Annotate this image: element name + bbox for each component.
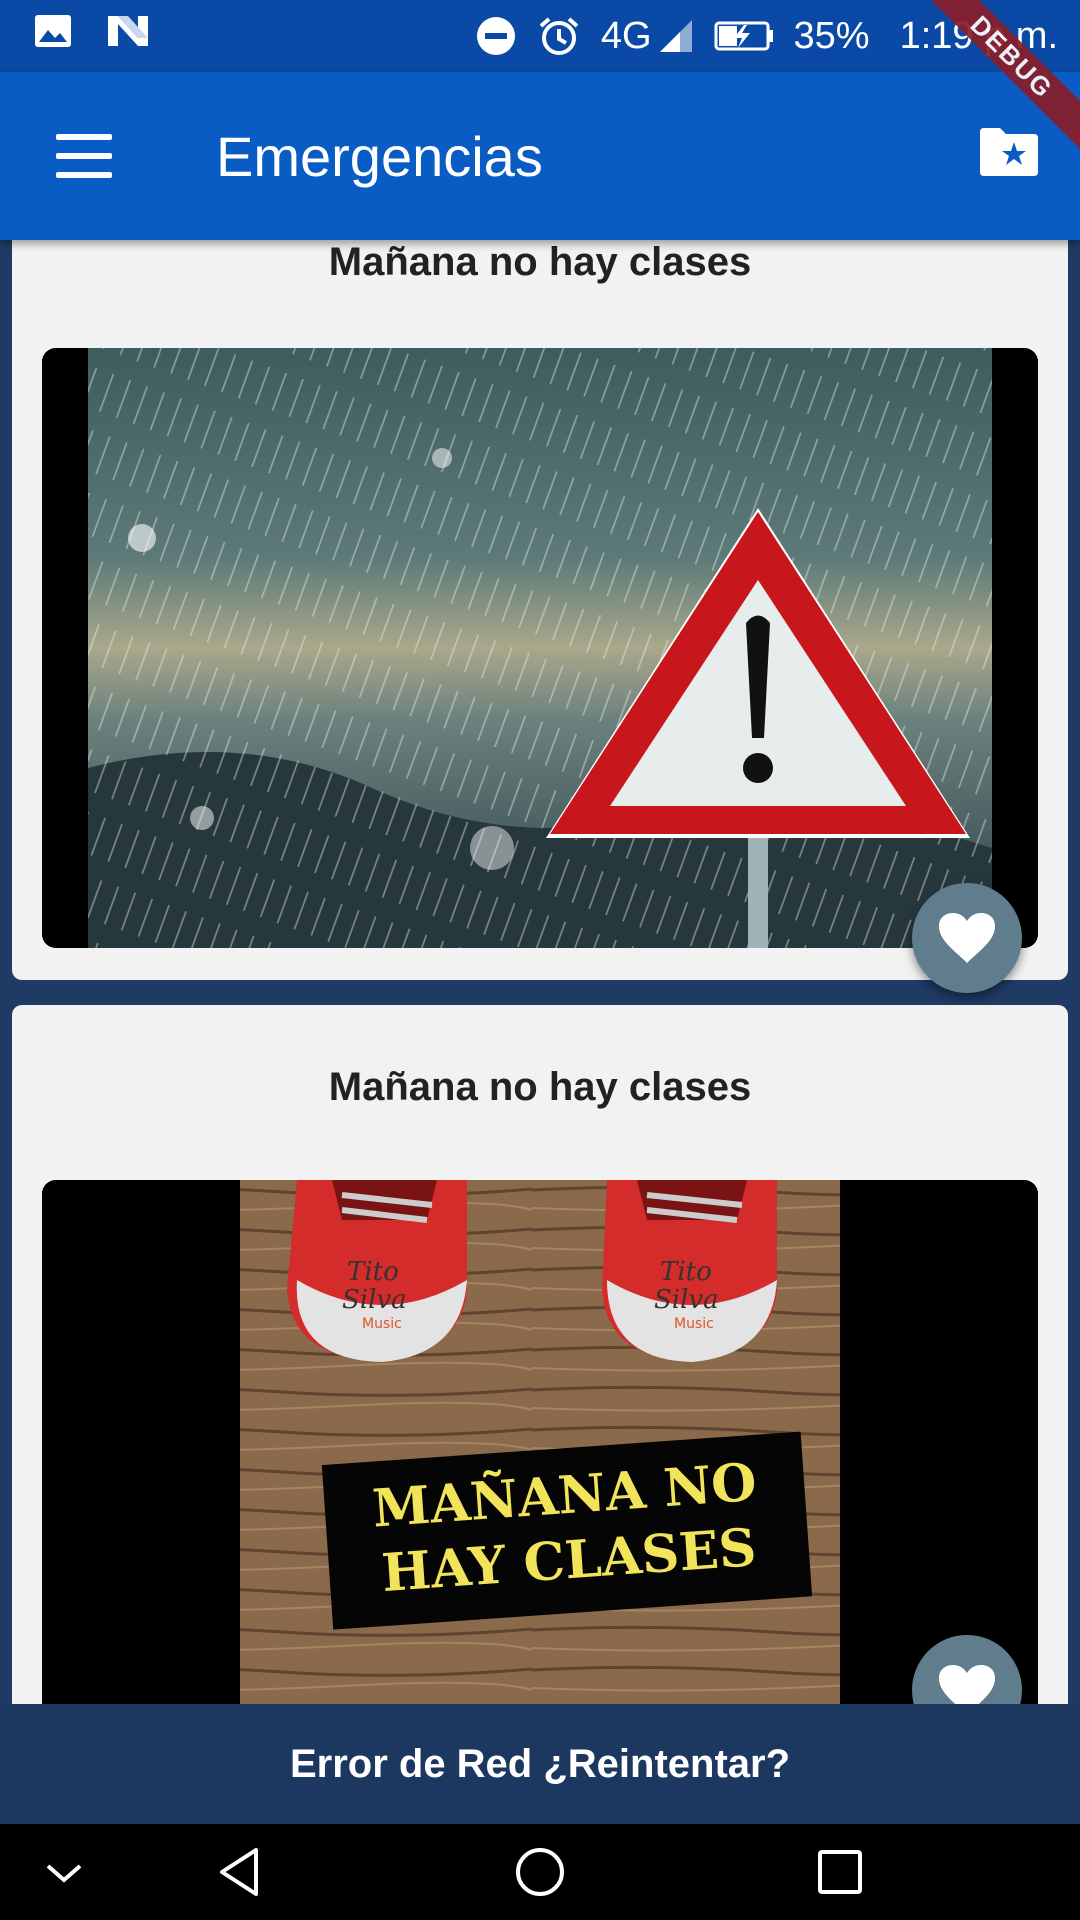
app-bar: Emergencias [0, 72, 1080, 240]
retry-snackbar[interactable]: Error de Red ¿Reintentar? [0, 1704, 1080, 1824]
alarm-icon [539, 17, 579, 55]
storm-warning-sign-photo [42, 348, 1038, 948]
network-type: 4G [600, 14, 652, 57]
shoe-brand-text: Music [362, 1316, 402, 1332]
heart-icon [939, 913, 995, 963]
feed-list[interactable]: Mañana no hay clases Mañana no hay clase… [0, 240, 1080, 1704]
card-image[interactable]: Tito Silva Music Tito Silva Music MAÑANA… [42, 1180, 1038, 1704]
collapse-icon[interactable] [34, 1842, 94, 1902]
shoe-brand-text: Tito [347, 1257, 399, 1287]
hamburger-menu-icon[interactable] [56, 134, 112, 178]
red-sneakers-photo: Tito Silva Music Tito Silva Music MAÑANA… [42, 1180, 1038, 1704]
folder-star-icon[interactable] [978, 124, 1040, 180]
recents-icon[interactable] [810, 1842, 870, 1902]
battery-percent: 35% [793, 14, 870, 57]
back-icon[interactable] [210, 1842, 270, 1902]
favorite-button[interactable] [912, 883, 1022, 993]
shoe-brand-text: Music [674, 1316, 714, 1332]
card-title: Mañana no hay clases [328, 1065, 752, 1109]
system-nav-bar [0, 1824, 1080, 1920]
battery-charging-icon [714, 21, 773, 51]
image-notification-icon [35, 15, 71, 47]
page-title: Emergencias [216, 125, 543, 188]
card-title: Mañana no hay clases [328, 240, 752, 284]
home-icon[interactable] [510, 1842, 570, 1902]
card-image[interactable] [42, 348, 1038, 948]
status-bar: 4G 35% 1:19 p.m. DEBUG [0, 0, 1080, 161]
n-logo-notification-icon [108, 16, 148, 46]
shoe-brand-text: Tito [660, 1257, 712, 1287]
shoe-brand-text: Silva [654, 1285, 719, 1315]
heart-icon [939, 1665, 995, 1704]
news-card[interactable]: Mañana no hay clases [12, 1005, 1068, 1704]
do-not-disturb-icon [476, 17, 515, 55]
signal-icon [659, 20, 692, 52]
news-card[interactable]: Mañana no hay clases [12, 240, 1068, 993]
shoe-brand-text: Silva [342, 1285, 407, 1315]
